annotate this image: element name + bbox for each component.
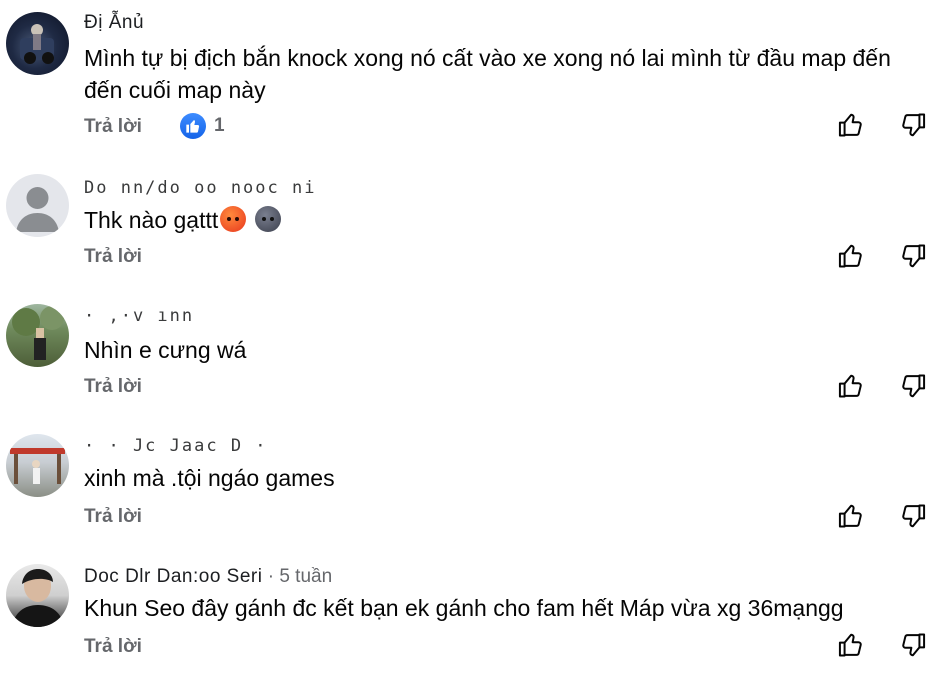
reply-button[interactable]: Trả lời	[84, 506, 142, 528]
comment-author[interactable]: · · Jc Jaac D ·	[84, 436, 268, 456]
comment-text: xinh mà .tội ngáo games	[84, 465, 335, 491]
comment-text-content: Thk nào gạttt	[84, 207, 219, 233]
angry-face-icon	[220, 206, 247, 232]
new-moon-face-icon	[254, 206, 281, 232]
like-count-value: 1	[214, 115, 225, 136]
thumbs-up-icon[interactable]	[836, 241, 866, 271]
comment-text: Mình tự bị địch bắn knock xong nó cất và…	[84, 45, 891, 103]
like-count: 1	[180, 113, 225, 139]
avatar[interactable]	[6, 304, 69, 367]
thumbs-down-icon[interactable]	[898, 371, 928, 401]
reply-button[interactable]: Trả lời	[84, 376, 142, 398]
comment-timestamp: · 5 tuần	[262, 566, 333, 587]
thumbs-up-icon[interactable]	[836, 501, 866, 531]
reply-button[interactable]: Trả lời	[84, 636, 142, 658]
thumbs-down-icon[interactable]	[898, 110, 928, 140]
comment-item: · ,·v ınn Nhìn e cưng wá Trả lời	[0, 280, 940, 410]
avatar[interactable]	[6, 174, 69, 237]
comment-item: Đị Ẫnủ Mình tự bị địch bắn knock xong nó…	[0, 0, 940, 150]
reply-button[interactable]: Trả lời	[84, 116, 142, 138]
avatar[interactable]	[6, 564, 69, 627]
thumbs-down-icon[interactable]	[898, 630, 928, 660]
thumbs-up-icon[interactable]	[836, 110, 866, 140]
comment-item: Do nn/do oo nooc ni Thk nào gạttt Trả lờ…	[0, 150, 940, 280]
comment-author[interactable]: Doc Dlr Dan:oo Seri · 5 tuần	[84, 566, 332, 588]
thumbs-up-icon[interactable]	[836, 630, 866, 660]
comment-author[interactable]: Do nn/do oo nooc ni	[84, 178, 316, 198]
comment-author[interactable]: Đị Ẫnủ	[84, 12, 144, 34]
avatar[interactable]	[6, 12, 69, 75]
comment-text: Nhìn e cưng wá	[84, 337, 247, 363]
comment-item: · · Jc Jaac D · xinh mà .tội ngáo games …	[0, 410, 940, 540]
like-badge-icon	[180, 113, 206, 139]
avatar[interactable]	[6, 434, 69, 497]
reply-button[interactable]: Trả lời	[84, 246, 142, 268]
thumbs-down-icon[interactable]	[898, 501, 928, 531]
author-name[interactable]: Doc Dlr Dan:oo Seri	[84, 566, 262, 587]
thumbs-up-icon[interactable]	[836, 371, 866, 401]
comment-text: Khun Seo đây gánh đc kết bạn ek gánh cho…	[84, 595, 844, 621]
comment-text: Thk nào gạttt	[84, 204, 914, 236]
comment-item: Doc Dlr Dan:oo Seri · 5 tuần Khun Seo đâ…	[0, 540, 940, 683]
comment-author[interactable]: · ,·v ınn	[84, 306, 194, 326]
thumbs-down-icon[interactable]	[898, 241, 928, 271]
